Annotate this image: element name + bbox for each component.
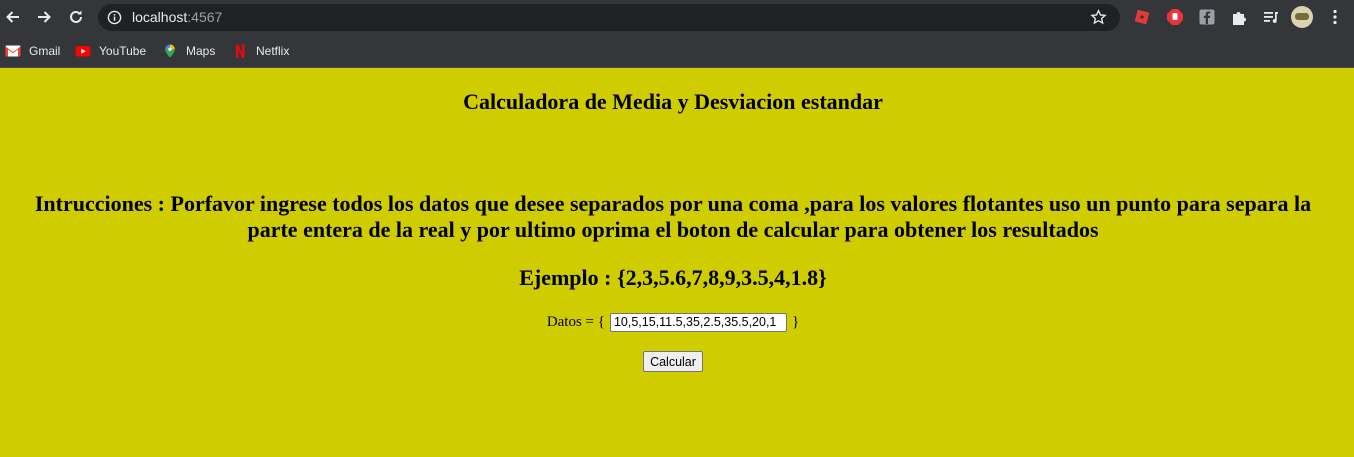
back-arrow-icon — [6, 11, 19, 23]
url-text[interactable]: localhost:4567 — [132, 9, 222, 25]
profile-avatar[interactable] — [1291, 6, 1313, 28]
bookmark-label: YouTube — [99, 44, 147, 58]
calculate-button[interactable]: Calcular — [643, 351, 703, 372]
bookmark-gmail[interactable]: Gmail — [5, 41, 60, 61]
example-text: Ejemplo : {2,3,5.6,7,8,9,3.5,4,1.8} — [519, 265, 827, 290]
maps-icon — [165, 44, 175, 58]
url-port: :4567 — [187, 9, 223, 25]
avatar-glasses-icon — [1295, 13, 1309, 20]
forward-arrow-icon — [38, 11, 51, 23]
datos-row: Datos = { } — [0, 312, 1346, 332]
reload-button[interactable] — [65, 6, 87, 28]
bookmark-youtube[interactable]: YouTube — [75, 41, 146, 61]
bookmark-label: Maps — [186, 44, 216, 58]
browser-toolbar: localhost:4567 — [0, 0, 1354, 35]
bookmark-maps[interactable]: Maps — [162, 41, 215, 61]
bookmark-label: Gmail — [29, 44, 61, 58]
roblox-extension-icon[interactable] — [1133, 8, 1151, 26]
adblock-extension-icon[interactable] — [1166, 8, 1184, 26]
page-title: Calculadora de Media y Desviacion estand… — [463, 89, 883, 114]
bookmarks-bar: Gmail YouTube Maps Netflix — [0, 35, 1354, 68]
reload-icon — [70, 10, 82, 23]
bookmark-netflix[interactable]: Netflix — [232, 41, 289, 61]
button-row: Calcular — [0, 351, 1346, 372]
youtube-icon — [75, 46, 91, 57]
bookmark-label: Netflix — [256, 44, 290, 58]
datos-suffix-label: } — [791, 313, 800, 330]
gmail-icon — [5, 45, 21, 57]
forward-button[interactable] — [33, 6, 55, 28]
extensions-puzzle-icon[interactable] — [1230, 8, 1248, 26]
info-icon[interactable] — [107, 10, 122, 25]
bookmark-star-icon[interactable] — [1090, 9, 1107, 26]
menu-kebab-icon[interactable] — [1326, 8, 1344, 26]
instructions-text: Intrucciones : Porfavor ingrese todos lo… — [34, 191, 1312, 242]
address-bar[interactable]: localhost:4567 — [98, 4, 1120, 31]
back-button[interactable] — [2, 6, 24, 28]
datos-prefix-label: Datos = { — [546, 313, 605, 330]
url-host: localhost — [132, 9, 188, 25]
page-content: Calculadora de Media y Desviacion estand… — [0, 68, 1354, 457]
media-queue-icon[interactable] — [1262, 8, 1280, 26]
datos-input[interactable] — [609, 312, 787, 332]
netflix-icon — [236, 44, 245, 58]
facebook-extension-icon[interactable] — [1198, 8, 1216, 26]
